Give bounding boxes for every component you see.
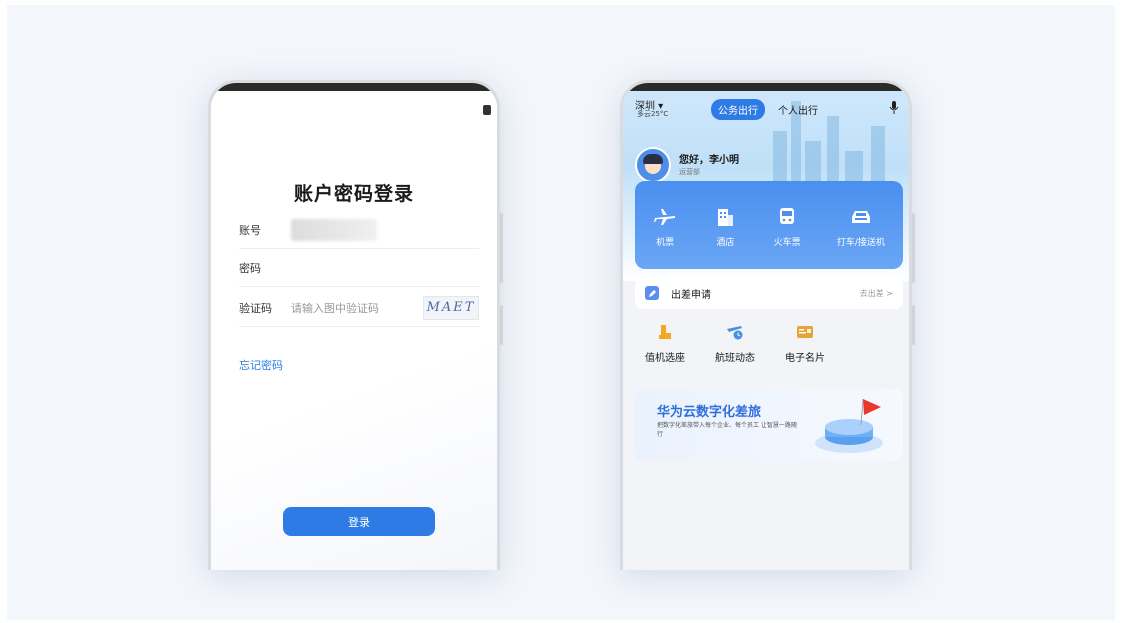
travel-apply-label: 出差申请 xyxy=(671,289,711,301)
tab-personal[interactable]: 个人出行 xyxy=(771,99,825,120)
car-icon xyxy=(851,210,870,223)
department-text: 运营部 xyxy=(679,168,700,176)
phone-side-button xyxy=(500,305,503,345)
password-row[interactable]: 密码 xyxy=(239,249,479,287)
quick-actions: 值机选座 航班动态 电子名片 xyxy=(635,323,835,364)
quick-flight-status[interactable]: 航班动态 xyxy=(705,323,765,364)
banner-subtitle: 把数字化差旅带入每个企业、每个员工 让智慧一路随行 xyxy=(657,422,797,438)
transport-label: 打车/接送机 xyxy=(836,237,885,248)
travel-apply-card[interactable]: 出差申请 去出差 > xyxy=(635,277,903,309)
canvas-background: 账户密码登录 账号 密码 验证码 请输入图中验证码 MAET 忘记密码 登录 深… xyxy=(7,5,1115,620)
account-row[interactable]: 账号 xyxy=(239,211,479,249)
flight-status-icon xyxy=(727,326,743,340)
captcha-field[interactable]: 请输入图中验证码 xyxy=(291,300,423,316)
quick-label: 值机选座 xyxy=(645,353,685,364)
edit-document-icon xyxy=(645,286,659,300)
transport-label: 酒店 xyxy=(716,237,735,248)
mode-tabs: 公务出行 个人出行 xyxy=(711,99,825,120)
travel-screen: 深圳 ▾ 多云25°C 公务出行 个人出行 您好，李小明 运营部 机票 酒店 火… xyxy=(623,91,909,570)
captcha-image[interactable]: MAET xyxy=(423,295,479,320)
quick-checkin-seat[interactable]: 值机选座 xyxy=(635,323,695,364)
password-label: 密码 xyxy=(239,261,261,275)
quick-label: 航班动态 xyxy=(715,353,755,364)
banner-title: 华为云数字化差旅 xyxy=(657,405,762,420)
greeting-text: 您好，李小明 xyxy=(679,155,739,166)
phone-top-bezel xyxy=(623,83,909,91)
transport-label: 火车票 xyxy=(773,237,801,248)
plane-icon xyxy=(654,208,676,225)
account-value-blurred[interactable] xyxy=(291,218,377,241)
transport-flight[interactable]: 机票 xyxy=(653,207,677,248)
transport-hotel[interactable]: 酒店 xyxy=(713,207,737,248)
card-icon xyxy=(797,326,813,338)
avatar[interactable] xyxy=(635,147,671,183)
phone-login: 账户密码登录 账号 密码 验证码 请输入图中验证码 MAET 忘记密码 登录 xyxy=(208,80,500,570)
hotel-icon xyxy=(718,208,734,226)
login-screen: 账户密码登录 账号 密码 验证码 请输入图中验证码 MAET 忘记密码 登录 xyxy=(211,91,497,570)
seat-icon xyxy=(659,325,671,339)
avatar-hair xyxy=(643,154,663,164)
quick-label: 电子名片 xyxy=(785,353,825,364)
captcha-label: 验证码 xyxy=(239,301,272,315)
cloud-platform-illustration xyxy=(815,398,883,453)
transport-train[interactable]: 火车票 xyxy=(774,207,801,248)
transport-label: 机票 xyxy=(656,237,675,248)
weather-text: 多云25°C xyxy=(637,110,669,118)
transport-panel: 机票 酒店 火车票 打车/接送机 xyxy=(635,181,903,269)
transport-taxi[interactable]: 打车/接送机 xyxy=(837,207,885,248)
phone-side-button xyxy=(912,213,915,283)
train-icon xyxy=(780,207,795,224)
camera-icon xyxy=(483,105,491,115)
tab-business[interactable]: 公务出行 xyxy=(711,99,765,120)
login-button[interactable]: 登录 xyxy=(283,507,435,536)
phone-side-button xyxy=(912,305,915,345)
quick-e-card[interactable]: 电子名片 xyxy=(775,323,835,364)
forgot-password-link[interactable]: 忘记密码 xyxy=(239,357,283,373)
microphone-icon[interactable] xyxy=(889,101,899,115)
phone-top-bezel xyxy=(211,83,497,91)
account-label: 账号 xyxy=(239,223,261,237)
go-travel-link[interactable]: 去出差 > xyxy=(860,288,893,299)
captcha-row[interactable]: 验证码 请输入图中验证码 MAET xyxy=(239,289,479,327)
phone-side-button xyxy=(500,213,503,283)
phone-travel: 深圳 ▾ 多云25°C 公务出行 个人出行 您好，李小明 运营部 机票 酒店 火… xyxy=(620,80,912,570)
page-title: 账户密码登录 xyxy=(293,183,414,205)
promo-banner[interactable]: 华为云数字化差旅 把数字化差旅带入每个企业、每个员工 让智慧一路随行 xyxy=(635,389,903,461)
